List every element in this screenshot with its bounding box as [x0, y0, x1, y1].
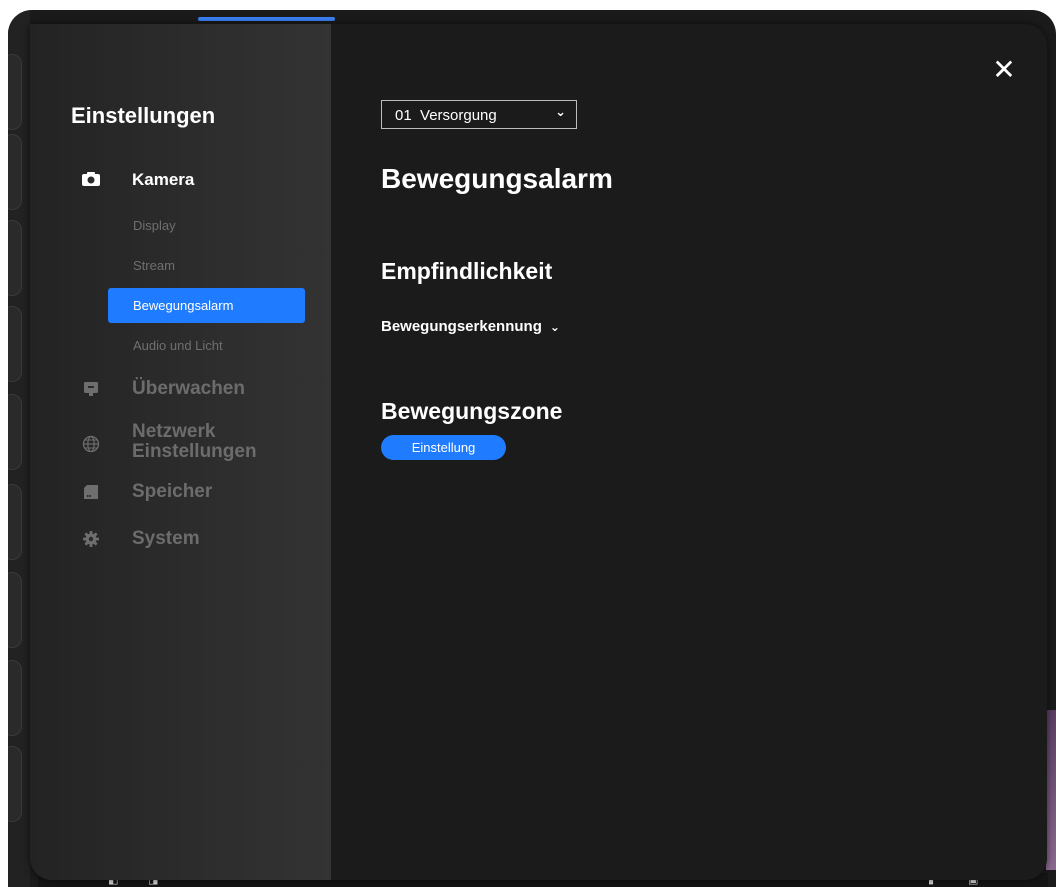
channel-select[interactable]: 01 Versorgung ⌄ [381, 100, 577, 129]
gear-icon [80, 528, 102, 550]
subnav-item-label: Bewegungsalarm [133, 298, 234, 313]
screen: ◧ ◨ ▮ ▣ Einstellungen Kamera [0, 0, 1056, 887]
sidebar-item-label: System [132, 528, 200, 549]
storage-icon [80, 481, 102, 503]
channel-select-value: 01 Versorgung [395, 107, 497, 124]
sidebar-item-ueberwachen[interactable]: Überwachen [30, 376, 331, 412]
sidebar-title: Einstellungen [71, 103, 216, 128]
close-icon: ✕ [992, 53, 1016, 86]
subnav-item-label: Stream [133, 258, 175, 273]
sidebar-item-label: Einstellungen [132, 441, 257, 462]
sidebar-item-label: Kamera [132, 170, 195, 189]
sidebar-item-label: Überwachen [132, 378, 245, 399]
sidebar-item-label: Netzwerk [132, 421, 216, 442]
chevron-down-icon: ⌄ [555, 105, 566, 120]
section-heading-zone: Bewegungszone [381, 398, 563, 424]
sidebar-item-netzwerk[interactable]: Netzwerk Einstellungen [30, 421, 331, 465]
chevron-down-icon: ⌄ [549, 320, 560, 334]
background-tab [8, 306, 22, 382]
subnav-item-label: Audio und Licht [133, 338, 223, 353]
monitor-icon [80, 378, 102, 400]
background-tab [8, 54, 22, 130]
subnav-item-audio-und-licht[interactable]: Audio und Licht [108, 328, 305, 363]
motion-detection-label: Bewegungserkennung [381, 318, 542, 335]
zone-settings-button[interactable]: Einstellung [381, 435, 506, 460]
camera-icon [80, 168, 102, 190]
close-button[interactable]: ✕ [991, 56, 1017, 84]
sidebar-item-system[interactable]: System [30, 526, 331, 562]
subnav-item-display[interactable]: Display [108, 208, 305, 243]
background-tab [8, 660, 22, 736]
background-tab [8, 572, 22, 648]
settings-dialog: Einstellungen Kamera Display Stream Bewe… [30, 24, 1047, 880]
background-video-preview [1046, 710, 1056, 870]
section-heading-sensitivity: Empfindlichkeit [381, 258, 553, 284]
settings-content: ✕ 01 Versorgung ⌄ Bewegungsalarm Empfind… [331, 24, 1047, 880]
subnav-item-bewegungsalarm[interactable]: Bewegungsalarm [108, 288, 305, 323]
background-active-tab-indicator [198, 17, 335, 21]
background-tab [8, 746, 22, 822]
background-tab [8, 220, 22, 296]
background-tab [8, 134, 22, 210]
sidebar-item-kamera[interactable]: Kamera [30, 166, 331, 202]
sidebar-item-speicher[interactable]: Speicher [30, 479, 331, 515]
background-tab [8, 394, 22, 470]
subnav-item-stream[interactable]: Stream [108, 248, 305, 283]
subnav-item-label: Display [133, 218, 176, 233]
globe-icon [80, 433, 102, 455]
motion-detection-dropdown[interactable]: Bewegungserkennung ⌄ [381, 318, 560, 335]
settings-sidebar: Einstellungen Kamera Display Stream Bewe… [30, 24, 331, 880]
page-title: Bewegungsalarm [381, 163, 613, 194]
sidebar-item-label: Speicher [132, 481, 213, 502]
background-tab [8, 484, 22, 560]
